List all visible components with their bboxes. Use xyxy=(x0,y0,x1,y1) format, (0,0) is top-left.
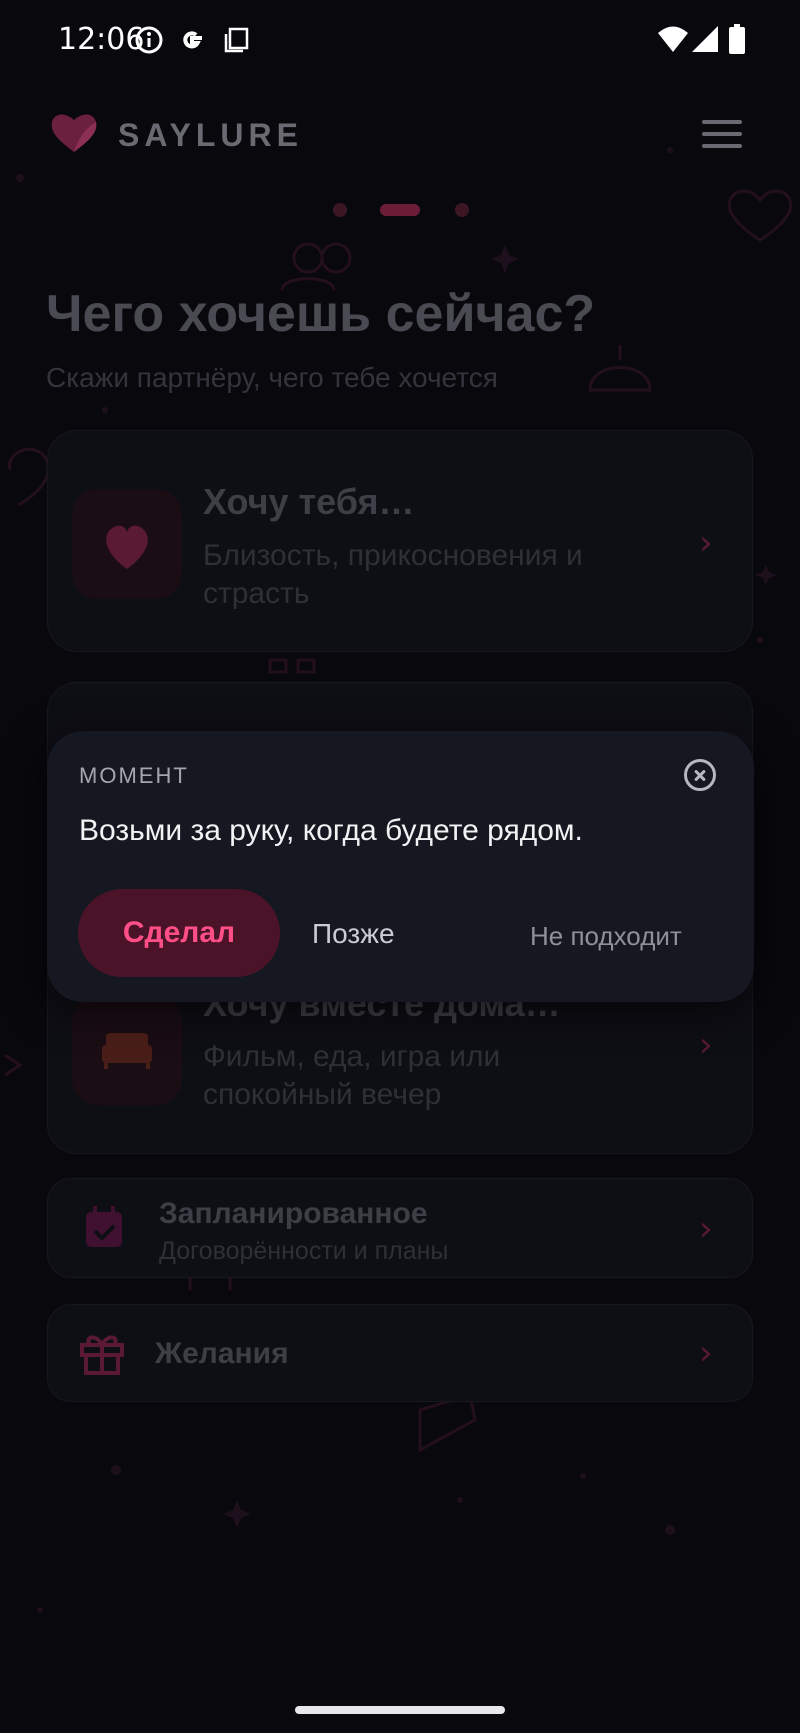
row-title: Запланированное xyxy=(159,1197,428,1230)
gift-icon xyxy=(80,1335,124,1375)
gesture-nav-bar[interactable] xyxy=(295,1706,505,1714)
page-subtitle: Скажи партнёру, чего тебе хочется xyxy=(46,362,498,393)
moment-dialog: МОМЕНТ Возьми за руку, когда будете рядо… xyxy=(47,731,754,1002)
wishes-row[interactable]: Желания › xyxy=(47,1304,753,1402)
google-icon xyxy=(183,31,202,49)
dialog-text: Возьми за руку, когда будете рядом. xyxy=(79,814,583,847)
pager-dot[interactable] xyxy=(333,203,347,217)
pager-dot-active[interactable] xyxy=(380,204,420,216)
page-title: Чего хочешь сейчас? xyxy=(46,285,596,343)
menu-line xyxy=(702,120,742,124)
chevron-right-icon: › xyxy=(699,1025,713,1065)
chevron-right-icon: › xyxy=(699,1333,713,1373)
card-want-you[interactable]: Хочу тебя… Близость, прикосновения и стр… xyxy=(47,430,753,652)
card-icon-box xyxy=(72,995,182,1105)
menu-line xyxy=(702,132,742,136)
card-description: Близость, прикосновения и страсть xyxy=(203,539,583,610)
menu-button[interactable] xyxy=(702,120,742,150)
chevron-right-icon: › xyxy=(699,1209,713,1249)
row-subtitle: Договорённости и планы xyxy=(159,1237,449,1265)
planned-row[interactable]: Запланированное Договорённости и планы › xyxy=(47,1178,753,1278)
heart-icon xyxy=(106,525,148,569)
status-bar: 12:06 xyxy=(0,0,800,80)
sofa-icon xyxy=(102,1033,152,1069)
calendar-check-icon xyxy=(86,1206,122,1247)
signal-icon xyxy=(692,26,718,52)
card-icon-box xyxy=(72,489,182,599)
not-fit-button[interactable]: Не подходит xyxy=(530,921,682,952)
saylure-logo-icon xyxy=(51,114,97,152)
chevron-right-icon: › xyxy=(699,523,713,563)
battery-icon xyxy=(729,24,745,54)
pager-dot[interactable] xyxy=(455,203,469,217)
app-name: SAYLURE xyxy=(118,117,303,153)
status-time: 12:06 xyxy=(58,22,145,57)
info-icon xyxy=(135,26,163,54)
row-title: Желания xyxy=(155,1337,289,1370)
app-screen: 12:06 SAYLURE Чего хочешь сейчас? Скажи … xyxy=(0,0,800,1733)
dialog-label: МОМЕНТ xyxy=(79,763,189,788)
copy-icon xyxy=(224,27,249,53)
card-description: Фильм, еда, игра или спокойный вечер xyxy=(203,1040,501,1111)
menu-line xyxy=(702,144,742,148)
close-icon[interactable] xyxy=(684,759,716,791)
later-button[interactable]: Позже xyxy=(312,918,395,950)
done-button[interactable]: Сделал xyxy=(78,889,280,977)
wifi-icon xyxy=(658,26,688,52)
card-title: Хочу тебя… xyxy=(203,481,415,522)
